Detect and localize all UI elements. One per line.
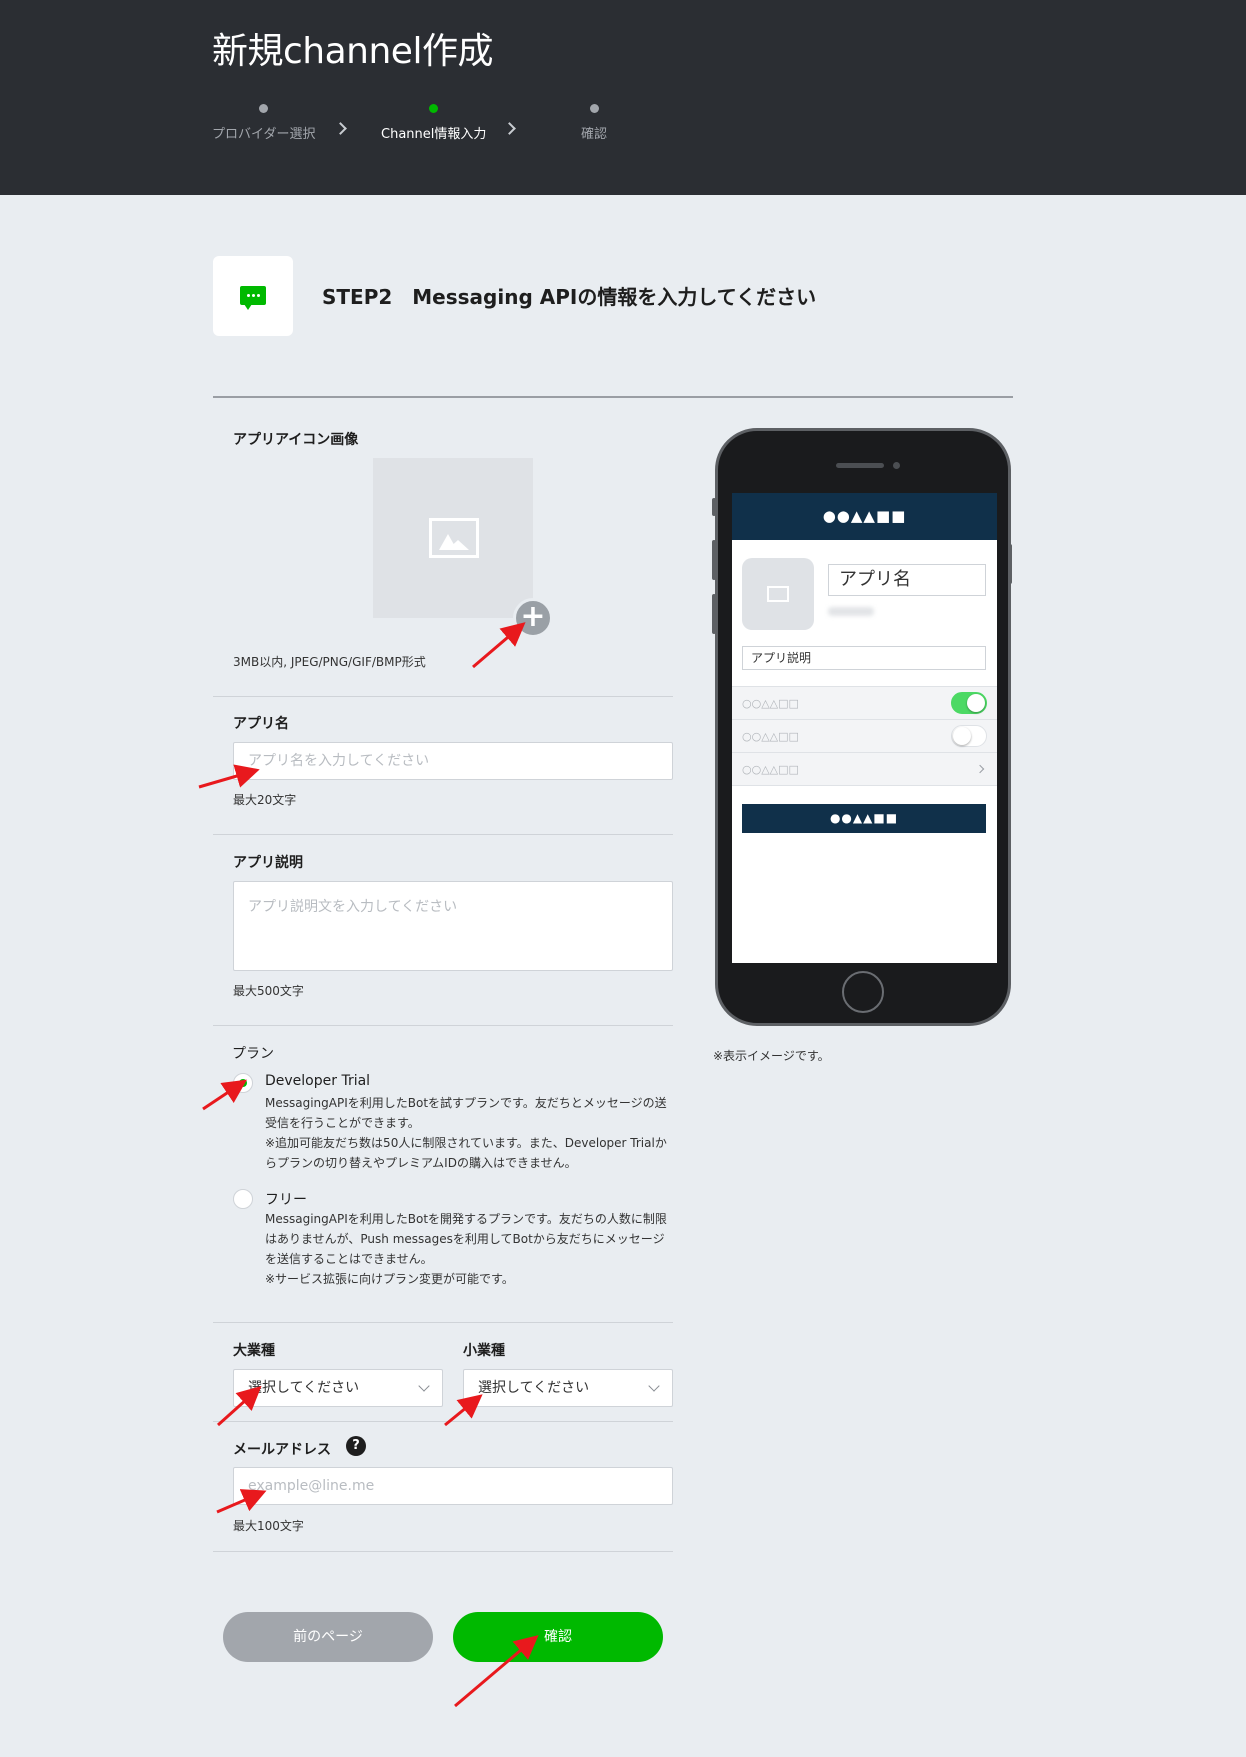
plan-title-free: フリー — [265, 1192, 307, 1208]
preview-avatar — [742, 558, 814, 630]
field-divider — [213, 1551, 673, 1552]
industry-major-select[interactable]: 選択してください — [233, 1369, 443, 1407]
page-header: 新規channel作成 プロバイダー選択 Channel情報入力 確認 — [0, 0, 1246, 195]
preview-row-label: ○○△△□□ — [742, 730, 799, 743]
step-label: Channel情報入力 — [381, 127, 487, 142]
email-label: メールアドレス — [233, 1442, 331, 1458]
section-divider — [213, 396, 1013, 398]
preview-app-name: アプリ名 — [828, 564, 986, 596]
app-icon-label: アプリアイコン画像 — [233, 432, 359, 448]
arrow-to-add-image — [472, 622, 526, 669]
field-divider — [213, 696, 673, 697]
field-divider — [213, 1421, 673, 1422]
toggle-off — [951, 725, 987, 747]
plan-title-developer-trial: Developer Trial — [265, 1073, 371, 1089]
toggle-on — [951, 692, 987, 714]
step-label: 確認 — [581, 127, 608, 142]
chevron-right-icon — [503, 122, 516, 135]
preview-note: ※表示イメージです。 — [713, 1049, 830, 1063]
plan-desc-text: MessagingAPIを利用したBotを試すプランです。友だちとメッセージの送… — [265, 1096, 667, 1130]
step-provider-select: プロバイダー選択 — [212, 104, 315, 142]
phone-speaker — [836, 463, 884, 468]
plan-desc-free: MessagingAPIを利用したBotを開発するプランです。友だちの人数に制限… — [265, 1209, 675, 1289]
app-icon-upload-area[interactable] — [373, 458, 533, 618]
field-divider — [213, 834, 673, 835]
messaging-api-icon-box — [213, 256, 293, 336]
chevron-down-icon — [648, 1380, 660, 1392]
preview-button: ●●▲▲■■ — [742, 804, 986, 833]
preview-settings-list: ○○△△□□ ○○△△□□ ○○△△□□ — [732, 686, 997, 786]
phone-screen: ●●▲▲■■ アプリ名 アプリ説明 ○○△△□□ ○○△△□□ ○○△△□□ ●… — [732, 493, 997, 963]
plan-label: プラン — [232, 1046, 274, 1062]
step-confirm: 確認 — [581, 104, 607, 142]
app-name-input[interactable] — [233, 742, 673, 780]
back-button[interactable]: 前のページ — [223, 1612, 433, 1662]
chevron-down-icon — [418, 1380, 430, 1392]
preview-blurred-text — [828, 607, 874, 616]
plan-radio-free[interactable] — [233, 1189, 253, 1209]
industry-major-selected: 選択してください — [248, 1380, 360, 1396]
preview-row-label: ○○△△□□ — [742, 763, 799, 776]
step-dot — [589, 104, 599, 113]
image-placeholder-icon — [767, 586, 789, 602]
step-dot-active — [429, 104, 439, 113]
industry-minor-label: 小業種 — [463, 1343, 505, 1359]
step-channel-info: Channel情報入力 — [381, 104, 486, 142]
add-image-button[interactable]: + — [513, 598, 553, 638]
plan-desc-text: MessagingAPIを利用したBotを開発するプランです。友だちの人数に制限… — [265, 1212, 667, 1266]
app-icon-note: 3MB以内, JPEG/PNG/GIF/BMP形式 — [233, 655, 426, 669]
app-name-note: 最大20文字 — [233, 793, 297, 807]
preview-app-desc: アプリ説明 — [742, 646, 986, 670]
confirm-button[interactable]: 確認 — [453, 1612, 663, 1662]
phone-camera — [893, 462, 900, 469]
app-desc-textarea[interactable] — [233, 881, 673, 971]
industry-minor-selected: 選択してください — [478, 1380, 590, 1396]
industry-minor-select[interactable]: 選択してください — [463, 1369, 673, 1407]
app-desc-note: 最大500文字 — [233, 984, 304, 998]
image-placeholder-icon — [429, 518, 479, 558]
field-divider — [213, 1322, 673, 1323]
app-name-label: アプリ名 — [233, 716, 289, 732]
plan-desc-note: ※サービス拡張に向けプラン変更が可能です。 — [265, 1272, 514, 1286]
plan-desc-developer-trial: MessagingAPIを利用したBotを試すプランです。友だちとメッセージの送… — [265, 1093, 675, 1173]
preview-row-label: ○○△△□□ — [742, 697, 799, 710]
preview-row: ○○△△□□ — [732, 720, 997, 753]
plan-radio-developer-trial[interactable] — [233, 1073, 253, 1093]
preview-row: ○○△△□□ — [732, 687, 997, 720]
industry-major-label: 大業種 — [233, 1343, 275, 1359]
plan-desc-note: ※追加可能友だち数は50人に制限されています。また、Developer Tria… — [265, 1136, 667, 1170]
field-divider — [213, 1025, 673, 1026]
chevron-right-icon — [334, 122, 347, 135]
page-title: 新規channel作成 — [212, 31, 493, 72]
step-dot — [259, 104, 269, 113]
step-heading: STEP2 Messaging APIの情報を入力してください — [322, 285, 817, 309]
help-icon[interactable]: ? — [346, 1436, 366, 1456]
app-desc-label: アプリ説明 — [233, 855, 303, 871]
phone-home-button — [842, 971, 884, 1013]
chat-bubble-icon — [240, 286, 266, 310]
chevron-right-icon — [975, 764, 985, 774]
preview-header: ●●▲▲■■ — [732, 493, 997, 540]
email-note: 最大100文字 — [233, 1519, 304, 1533]
step-label: プロバイダー選択 — [212, 127, 316, 142]
email-input[interactable] — [233, 1467, 673, 1505]
preview-row: ○○△△□□ — [732, 753, 997, 786]
phone-preview: ●●▲▲■■ アプリ名 アプリ説明 ○○△△□□ ○○△△□□ ○○△△□□ ●… — [715, 428, 1011, 1026]
